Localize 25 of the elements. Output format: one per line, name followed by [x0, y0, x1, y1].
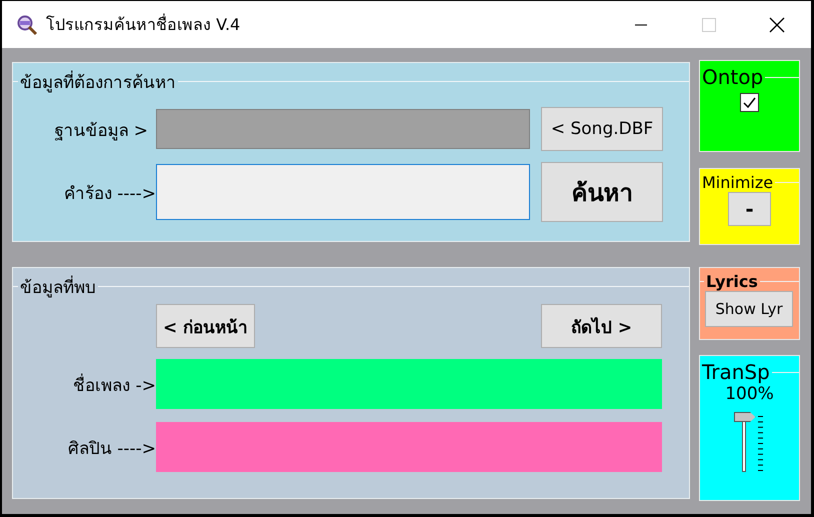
checkmark-icon [743, 97, 756, 108]
group-title: TranSp [701, 360, 771, 384]
group-title: Minimize [701, 173, 774, 192]
window-title: โปรแกรมค้นหาชื่อเพลง V.4 [46, 12, 242, 36]
group-title: ข้อมูลที่พบ [18, 273, 98, 300]
group-title: Ontop [701, 65, 764, 89]
maximize-icon [702, 18, 716, 32]
database-button[interactable]: < Song.DBF [541, 107, 663, 151]
minimize-button[interactable]: - [728, 192, 771, 226]
show-lyrics-button[interactable]: Show Lyr [705, 291, 793, 327]
database-label: ฐานข้อมูล > [53, 120, 148, 142]
next-button[interactable]: ถัดไป > [541, 304, 662, 348]
group-title: ข้อมูลที่ต้องการค้นหา [18, 68, 178, 95]
ontop-checkbox[interactable] [740, 93, 759, 112]
search-button[interactable]: ค้นหา [541, 162, 663, 222]
tick-marks-icon [758, 416, 764, 472]
close-icon [769, 16, 785, 32]
magnifier-icon [16, 14, 38, 36]
previous-button[interactable]: < ก่อนหน้า [156, 304, 256, 348]
lyrics-field[interactable] [156, 164, 530, 220]
transparency-reading: 100% [725, 384, 774, 404]
result-label: ศิลปิน ----> [66, 438, 156, 460]
result-label: ชื่อเพลง -> [72, 372, 156, 398]
group-title: Lyrics [705, 272, 759, 291]
lyrics-label: คำร้อง ----> [62, 182, 156, 206]
